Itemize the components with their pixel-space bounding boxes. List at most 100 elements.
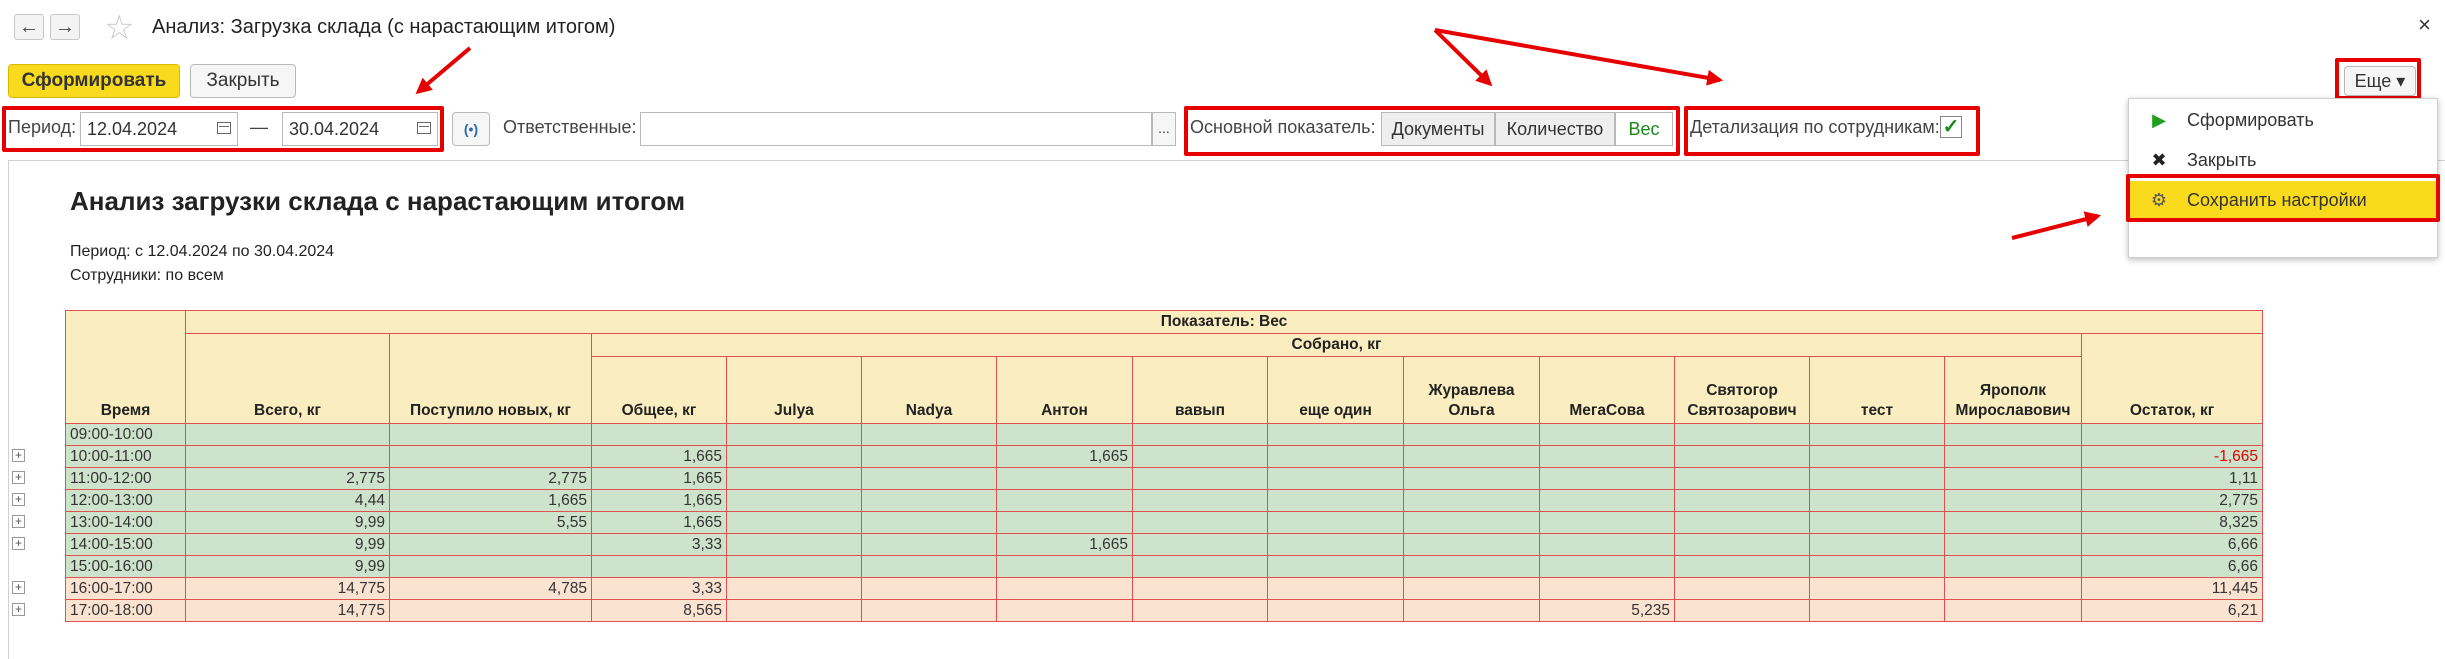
table-row: 10:00-11:00 1,665 1,665 -1,665 bbox=[65, 445, 2263, 468]
close-window-icon[interactable]: × bbox=[2418, 12, 2431, 38]
table-cell bbox=[1674, 555, 1810, 578]
table-row: 17:00-18:00 14,775 8,565 5,235 6,21 bbox=[65, 599, 2263, 622]
table-cell bbox=[1809, 511, 1945, 534]
report-period-line: Период: с 12.04.2024 по 30.04.2024 bbox=[70, 243, 335, 260]
menu-item-generate[interactable]: ▶ Сформировать bbox=[2129, 101, 2437, 139]
table-cell bbox=[1132, 533, 1268, 556]
table-cell: 9,99 bbox=[185, 511, 390, 534]
table-row: 14:00-15:00 9,99 3,33 1,665 6,66 bbox=[65, 533, 2263, 556]
table-cell: 2,775 bbox=[185, 467, 390, 490]
header-received: Поступило новых, кг bbox=[389, 333, 592, 424]
expand-row-icon[interactable]: + bbox=[12, 449, 25, 462]
expand-row-icon[interactable]: + bbox=[12, 603, 25, 616]
table-cell: 1,665 bbox=[996, 445, 1133, 468]
table-cell bbox=[1403, 423, 1540, 446]
table-cell bbox=[1132, 555, 1268, 578]
forward-button[interactable]: → bbox=[50, 14, 80, 40]
table-cell bbox=[726, 577, 862, 600]
table-cell bbox=[861, 533, 997, 556]
expand-row-icon[interactable]: + bbox=[12, 581, 25, 594]
table-cell: 5,55 bbox=[389, 511, 592, 534]
table-cell: 1,665 bbox=[591, 445, 727, 468]
table-cell: -1,665 bbox=[2081, 445, 2263, 468]
header-balance: Остаток, кг bbox=[2081, 333, 2263, 424]
table-cell: 1,665 bbox=[591, 511, 727, 534]
table-cell: 3,33 bbox=[591, 533, 727, 556]
table-cell bbox=[389, 533, 592, 556]
responsible-input[interactable] bbox=[640, 112, 1152, 146]
expand-row-icon[interactable]: + bbox=[12, 471, 25, 484]
table-cell bbox=[861, 599, 997, 622]
favorite-star-icon[interactable]: ☆ bbox=[104, 8, 134, 48]
table-cell bbox=[1674, 599, 1810, 622]
table-cell: 6,21 bbox=[2081, 599, 2263, 622]
table-cell bbox=[1403, 445, 1540, 468]
header-general: Общее, кг bbox=[591, 356, 727, 424]
table-cell bbox=[996, 489, 1133, 512]
table-cell bbox=[1674, 533, 1810, 556]
period-link-button[interactable]: (•) bbox=[452, 112, 490, 146]
table-cell bbox=[1539, 577, 1675, 600]
table-cell bbox=[1403, 533, 1540, 556]
table-cell: 9,99 bbox=[185, 555, 390, 578]
header-employee: МегаСова bbox=[1539, 356, 1675, 424]
arrow-left-icon: ← bbox=[19, 16, 39, 38]
back-button[interactable]: ← bbox=[14, 14, 44, 40]
table-cell bbox=[726, 511, 862, 534]
table-cell bbox=[861, 445, 997, 468]
expand-row-icon[interactable]: + bbox=[12, 493, 25, 506]
table-row: 11:00-12:00 2,775 2,775 1,665 1,11 bbox=[65, 467, 2263, 490]
table-cell bbox=[861, 489, 997, 512]
table-cell bbox=[996, 511, 1133, 534]
table-cell: 14,775 bbox=[185, 577, 390, 600]
table-cell: 9,99 bbox=[185, 533, 390, 556]
table-cell bbox=[1539, 445, 1675, 468]
table-cell bbox=[1674, 445, 1810, 468]
table-cell bbox=[1809, 423, 1945, 446]
table-cell bbox=[1539, 511, 1675, 534]
table-cell: 14,775 bbox=[185, 599, 390, 622]
expand-row-icon[interactable]: + bbox=[12, 515, 25, 528]
table-cell bbox=[591, 555, 727, 578]
menu-item-label: Сформировать bbox=[2187, 110, 2314, 130]
table-cell bbox=[861, 577, 997, 600]
table-cell bbox=[996, 467, 1133, 490]
header-employee: Julya bbox=[726, 356, 862, 424]
table-cell bbox=[996, 555, 1133, 578]
table-cell bbox=[1809, 599, 1945, 622]
expand-row-icon[interactable]: + bbox=[12, 537, 25, 550]
table-cell bbox=[861, 555, 997, 578]
table-cell: 5,235 bbox=[1539, 599, 1675, 622]
table-cell bbox=[996, 599, 1133, 622]
table-row: 13:00-14:00 9,99 5,55 1,665 8,325 bbox=[65, 511, 2263, 534]
table-cell: 11,445 bbox=[2081, 577, 2263, 600]
table-cell bbox=[726, 467, 862, 490]
table-cell bbox=[996, 423, 1133, 446]
table-cell bbox=[1674, 467, 1810, 490]
responsible-label: Ответственные: bbox=[503, 117, 637, 137]
table-cell bbox=[389, 445, 592, 468]
table-cell bbox=[1674, 511, 1810, 534]
table-cell bbox=[1132, 511, 1268, 534]
table-cell bbox=[726, 555, 862, 578]
table-cell bbox=[1809, 555, 1945, 578]
table-cell bbox=[726, 489, 862, 512]
table-cell bbox=[389, 423, 592, 446]
close-button[interactable]: Закрыть bbox=[190, 64, 296, 98]
table-cell bbox=[1132, 577, 1268, 600]
table-cell: 6,66 bbox=[2081, 555, 2263, 578]
window-title: Анализ: Загрузка склада (с нарастающим и… bbox=[152, 16, 616, 38]
table-cell bbox=[726, 599, 862, 622]
generate-button[interactable]: Сформировать bbox=[8, 64, 180, 98]
responsible-select-button[interactable]: ... bbox=[1152, 112, 1176, 146]
header-employee: Nadya bbox=[861, 356, 997, 424]
table-cell bbox=[389, 599, 592, 622]
table-cell bbox=[726, 445, 862, 468]
header-employee: Журавлева Ольга bbox=[1403, 356, 1540, 424]
header-employee: тест bbox=[1809, 356, 1945, 424]
table-cell bbox=[1267, 511, 1404, 534]
table-cell bbox=[1944, 577, 2082, 600]
table-cell bbox=[1809, 577, 1945, 600]
play-icon: ▶ bbox=[2152, 110, 2166, 130]
table-cell bbox=[1403, 555, 1540, 578]
